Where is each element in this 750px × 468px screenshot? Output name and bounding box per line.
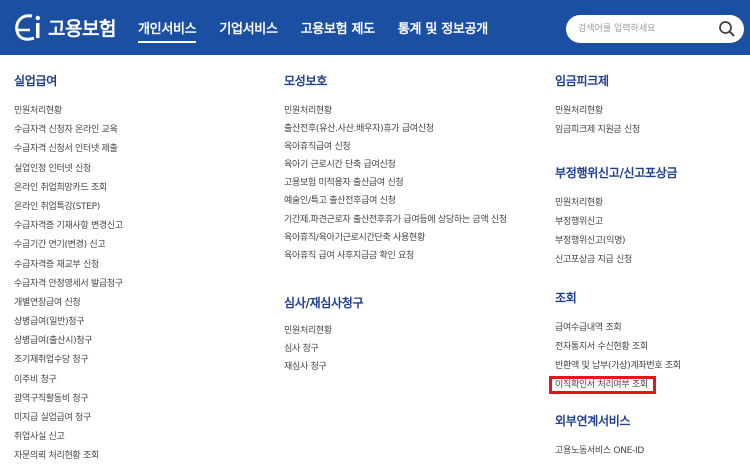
list-item[interactable]: 개별연장급여 신청 bbox=[14, 294, 264, 313]
section-title-wage-peak: 임금피크제 bbox=[555, 74, 609, 88]
list-item[interactable]: 상병급여(출산시)청구 bbox=[14, 332, 264, 351]
list-item[interactable]: 육아휴직/육아기근로시간단축 사용현황 bbox=[284, 229, 507, 247]
section-wage-peak: 임금피크제 민원처리현황 임금피크제 지원금 신청 bbox=[555, 72, 640, 140]
nav-insurance-system[interactable]: 고용보험 제도 bbox=[301, 18, 375, 37]
list-item[interactable]: 광역구직활동비 청구 bbox=[14, 390, 264, 409]
section-appeal: 심사/재심사청구 민원처리현황 심사 청구 재심사 청구 bbox=[284, 294, 364, 376]
unemployment-list: 민원처리현황 수급자격 신청자 온라인 교육 수급자격 신청서 인터넷 제출 실… bbox=[14, 102, 264, 467]
list-item[interactable]: 수급자격 안정영세서 발급청구 bbox=[14, 275, 264, 294]
list-item[interactable]: 급여수급내역 조회 bbox=[555, 319, 681, 338]
list-item[interactable]: 전자통지서 수신현황 조회 bbox=[555, 338, 681, 357]
list-item[interactable]: 실업인정 인터넷 신청 bbox=[14, 160, 264, 179]
list-item[interactable]: 미지급 실업급여 청구 bbox=[14, 409, 264, 428]
list-item[interactable]: 수급자격 신청서 인터넷 제출 bbox=[14, 140, 264, 159]
search-input[interactable] bbox=[578, 21, 718, 37]
section-title-fraud-report: 부정행위신고/신고포상금 bbox=[555, 166, 678, 180]
list-item[interactable]: 조기재취업수당 청구 bbox=[14, 351, 264, 370]
section-title-external: 외부연계서비스 bbox=[555, 414, 631, 428]
list-item[interactable]: 자문의뢰 처리현황 조회 bbox=[14, 447, 264, 466]
list-item[interactable]: 수급자격증 재교부 신청 bbox=[14, 256, 264, 275]
logo-icon bbox=[15, 14, 40, 41]
list-item[interactable]: 재심사 청구 bbox=[284, 358, 363, 376]
highlighted-link[interactable]: 이직확인서 처리여부 조회 bbox=[549, 376, 656, 394]
list-item[interactable]: 취업사실 신고 bbox=[14, 428, 264, 447]
wage-peak-list: 민원처리현황 임금피크제 지원금 신청 bbox=[555, 102, 640, 140]
section-external: 외부연계서비스 고용노동서비스 ONE-ID bbox=[555, 412, 644, 461]
list-item[interactable]: 부정행위신고 bbox=[555, 213, 677, 232]
list-item[interactable]: 육아휴직 급여 사후지급금 확인 요청 bbox=[284, 247, 507, 265]
list-item[interactable]: 수급자격 신청자 온라인 교육 bbox=[14, 121, 264, 140]
top-header: 고용보험 개인서비스 기업서비스 고용보험 제도 통계 및 정보공개 bbox=[0, 0, 750, 55]
section-title-appeal: 심사/재심사청구 bbox=[284, 296, 364, 310]
list-item[interactable]: 민원처리현황 bbox=[555, 194, 677, 213]
list-item[interactable]: 출산전후(유산.사산.배우자)휴가 급여신청 bbox=[284, 120, 507, 138]
list-item[interactable]: 신고포상금 지급 신청 bbox=[555, 251, 677, 270]
search-box bbox=[566, 15, 744, 43]
fraud-report-list: 민원처리현황 부정행위신고 부정행위신고(익명) 신고포상금 지급 신청 bbox=[555, 194, 677, 270]
list-item[interactable]: 고용보험 미적용자 출산급여 신청 bbox=[284, 174, 507, 192]
list-item[interactable]: 민원처리현황 bbox=[284, 322, 363, 340]
list-item[interactable]: 육아기 근로시간 단축 급여신청 bbox=[284, 156, 507, 174]
list-item[interactable]: 기간제.파견근로자 출산전후휴가 급여등에 상당하는 금액 신청 bbox=[284, 211, 507, 229]
logo[interactable]: 고용보험 bbox=[12, 12, 116, 42]
section-maternity: 모성보호 민원처리현황 출산전후(유산.사산.배우자)휴가 급여신청 육아휴직급… bbox=[284, 72, 507, 265]
search-icon[interactable] bbox=[718, 20, 736, 38]
list-item[interactable]: 민원처리현황 bbox=[284, 102, 507, 120]
list-item[interactable]: 임금피크제 지원금 신청 bbox=[555, 121, 640, 140]
list-item[interactable]: 온라인 취업특강(STEP) bbox=[14, 198, 264, 217]
list-item[interactable]: 민원처리현황 bbox=[14, 102, 264, 121]
list-item-highlighted[interactable]: 이직확인서 처리여부 조회 bbox=[549, 376, 681, 395]
section-inquiry: 조회 급여수급내역 조회 전자통지서 수신현황 조회 반환액 및 납부(가상)계… bbox=[549, 289, 681, 395]
section-fraud-report: 부정행위신고/신고포상금 민원처리현황 부정행위신고 부정행위신고(익명) 신고… bbox=[555, 164, 678, 270]
list-item[interactable]: 반환액 및 납부(가상)계좌번호 조회 bbox=[555, 357, 681, 376]
nav-business-services[interactable]: 기업서비스 bbox=[219, 18, 278, 37]
maternity-list: 민원처리현황 출산전후(유산.사산.배우자)휴가 급여신청 육아휴직급여 신청 … bbox=[284, 102, 507, 265]
list-item[interactable]: 수급자격증 기재사항 변경신고 bbox=[14, 217, 264, 236]
list-item[interactable]: 육아휴직급여 신청 bbox=[284, 138, 507, 156]
list-item[interactable]: 예술인/특고 출산전후급여 신청 bbox=[284, 192, 507, 210]
inquiry-list: 급여수급내역 조회 전자통지서 수신현황 조회 반환액 및 납부(가상)계좌번호… bbox=[549, 319, 681, 395]
section-title-maternity: 모성보호 bbox=[284, 74, 327, 88]
logo-text: 고용보험 bbox=[48, 17, 116, 40]
list-item[interactable]: 심사 청구 bbox=[284, 340, 363, 358]
list-item[interactable]: 이주비 청구 bbox=[14, 371, 264, 390]
section-title-inquiry: 조회 bbox=[555, 291, 577, 305]
section-title-unemployment: 실업급여 bbox=[14, 74, 57, 88]
list-item[interactable]: 고용노동서비스 ONE-ID bbox=[555, 442, 644, 461]
nav-personal-services[interactable]: 개인서비스 bbox=[138, 18, 197, 43]
list-item[interactable]: 상병급여(일반)청구 bbox=[14, 313, 264, 332]
list-item[interactable]: 민원처리현황 bbox=[555, 102, 640, 121]
list-item[interactable]: 온라인 취업희망카드 조회 bbox=[14, 179, 264, 198]
appeal-list: 민원처리현황 심사 청구 재심사 청구 bbox=[284, 322, 363, 376]
main-nav: 개인서비스 기업서비스 고용보험 제도 통계 및 정보공개 bbox=[138, 0, 511, 55]
list-item[interactable]: 수급기간 연기(변경) 신고 bbox=[14, 236, 264, 255]
list-item[interactable]: 부정행위신고(익명) bbox=[555, 232, 677, 251]
nav-statistics[interactable]: 통계 및 정보공개 bbox=[398, 18, 488, 37]
column-unemployment: 실업급여 민원처리현황 수급자격 신청자 온라인 교육 수급자격 신청서 인터넷… bbox=[14, 72, 264, 467]
external-list: 고용노동서비스 ONE-ID bbox=[555, 442, 644, 461]
